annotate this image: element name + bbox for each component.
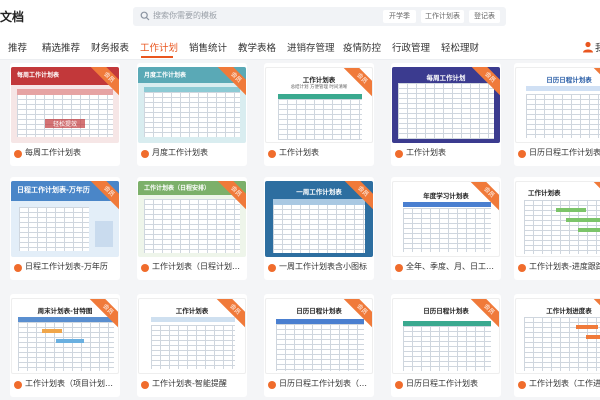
template-card[interactable]: 工作计划表 总结计划 方便管理 时间清晰 会员 工作计划表 xyxy=(264,63,374,166)
template-thumbnail: 工作计划进度表 会员 xyxy=(515,298,600,374)
search-chip[interactable]: 工作计划表 xyxy=(421,10,464,23)
template-type-icon xyxy=(268,150,276,158)
template-thumbnail: 日历日程计划表 会员 xyxy=(392,298,500,374)
template-thumbnail: 每周工作计划 会员 xyxy=(392,67,500,143)
template-thumbnail: 周末计划表-甘特图 会员 xyxy=(11,298,119,374)
template-title[interactable]: 工作计划表 xyxy=(406,147,501,158)
user-icon[interactable] xyxy=(582,41,594,53)
user-label[interactable]: 我 xyxy=(595,40,600,54)
template-card[interactable]: 周末计划表-甘特图 会员 工作计划表（项目计划甘… xyxy=(10,294,120,397)
template-type-icon xyxy=(518,381,526,389)
template-thumbnail: 工作计划表 会员 xyxy=(515,181,600,257)
nav-item[interactable]: 推荐 xyxy=(8,40,27,54)
nav-item[interactable]: 轻松理财 xyxy=(441,40,479,54)
template-title[interactable]: 日历日程工作计划表 xyxy=(529,147,600,158)
template-title[interactable]: 一周工作计划表含小图标 xyxy=(279,261,374,272)
template-card[interactable]: 日程工作计划表-万年历 会员 日程工作计划表-万年历 xyxy=(10,177,120,280)
template-type-icon xyxy=(395,150,403,158)
brand-title[interactable]: 文档 xyxy=(0,8,24,25)
template-title[interactable]: 日历日程工作计划表 xyxy=(406,378,501,389)
template-type-icon xyxy=(395,264,403,272)
template-thumbnail: 工作计划表（日程安排） 会员 xyxy=(138,181,246,257)
template-title[interactable]: 工作计划表-进度跟踪 xyxy=(529,261,600,272)
nav-item[interactable]: 财务报表 xyxy=(91,40,129,54)
nav-item[interactable]: 精选推荐 xyxy=(42,40,80,54)
active-tab-indicator xyxy=(141,56,173,58)
template-type-icon xyxy=(14,381,22,389)
template-type-icon xyxy=(268,381,276,389)
template-type-icon xyxy=(395,381,403,389)
nav-item[interactable]: 疫情防控 xyxy=(343,40,381,54)
template-type-icon xyxy=(141,264,149,272)
template-card[interactable]: 工作计划表 会员 工作计划表-智能提醒 xyxy=(137,294,247,397)
template-thumbnail: 年度学习计划表 会员 xyxy=(392,181,500,257)
template-card[interactable]: 年度学习计划表 会员 全年、季度、月、日工作… xyxy=(391,177,501,280)
search-chip[interactable]: 登记表 xyxy=(469,10,500,23)
template-card[interactable]: 一周工作计划表 会员 一周工作计划表含小图标 xyxy=(264,177,374,280)
template-title[interactable]: 工作计划表（项目计划甘… xyxy=(25,378,120,389)
template-title[interactable]: 日程工作计划表-万年历 xyxy=(25,261,120,272)
template-card[interactable]: 工作计划表 会员 工作计划表-进度跟踪 xyxy=(514,177,600,280)
search-placeholder: 搜索你需要的模板 xyxy=(153,11,217,20)
template-title[interactable]: 工作计划表（日程计划表） xyxy=(152,261,247,272)
template-thumbnail: 日程工作计划表-万年历 会员 xyxy=(11,181,119,257)
template-thumbnail: 日历日程计划表 会员 xyxy=(265,298,373,374)
template-card[interactable]: 工作计划表（日程安排） 会员 工作计划表（日程计划表） xyxy=(137,177,247,280)
template-type-icon xyxy=(268,264,276,272)
template-title[interactable]: 工作计划表-智能提醒 xyxy=(152,378,247,389)
template-type-icon xyxy=(141,150,149,158)
template-card[interactable]: 每周工作计划表 轻松提效 会员 每周工作计划表 xyxy=(10,63,120,166)
template-title[interactable]: 工作计划表 xyxy=(279,147,374,158)
template-thumbnail: 工作计划表 会员 xyxy=(138,298,246,374)
nav-item[interactable]: 教学表格 xyxy=(238,40,276,54)
template-thumbnail: 日历日程计划表 会员 xyxy=(515,67,600,143)
search-bar[interactable]: 搜索你需要的模板 开学季 工作计划表 登记表 xyxy=(133,7,506,26)
template-card[interactable]: 日历日程计划表 会员 日历日程工作计划表（全… xyxy=(264,294,374,397)
search-icon xyxy=(140,11,150,21)
template-card[interactable]: 每周工作计划 会员 工作计划表 xyxy=(391,63,501,166)
template-card[interactable]: 月度工作计划表 会员 月度工作计划表 xyxy=(137,63,247,166)
nav-item[interactable]: 行政管理 xyxy=(392,40,430,54)
template-type-icon xyxy=(14,150,22,158)
template-grid: 每周工作计划表 轻松提效 会员 每周工作计划表 月度工作计划表 会员 月度工作计… xyxy=(0,60,600,400)
template-title[interactable]: 月度工作计划表 xyxy=(152,147,247,158)
nav-item[interactable]: 销售统计 xyxy=(189,40,227,54)
template-title[interactable]: 每周工作计划表 xyxy=(25,147,120,158)
template-title[interactable]: 全年、季度、月、日工作… xyxy=(406,261,501,272)
category-nav: 推荐 精选推荐 财务报表 工作计划 销售统计 教学表格 进销存管理 疫情防控 行… xyxy=(0,32,600,60)
nav-item-active[interactable]: 工作计划 xyxy=(140,40,178,54)
template-type-icon xyxy=(518,264,526,272)
template-card[interactable]: 日历日程计划表 会员 日历日程工作计划表 xyxy=(514,63,600,166)
template-thumbnail: 工作计划表 总结计划 方便管理 时间清晰 会员 xyxy=(265,67,373,143)
template-title[interactable]: 日历日程工作计划表（全… xyxy=(279,378,374,389)
template-title[interactable]: 工作计划表（工作进度… xyxy=(529,378,600,389)
template-type-icon xyxy=(518,150,526,158)
template-thumbnail: 月度工作计划表 会员 xyxy=(138,67,246,143)
template-type-icon xyxy=(14,264,22,272)
search-chip[interactable]: 开学季 xyxy=(383,10,416,23)
template-thumbnail: 每周工作计划表 轻松提效 会员 xyxy=(11,67,119,143)
template-card[interactable]: 日历日程计划表 会员 日历日程工作计划表 xyxy=(391,294,501,397)
nav-item[interactable]: 进销存管理 xyxy=(287,40,335,54)
template-card[interactable]: 工作计划进度表 会员 工作计划表（工作进度… xyxy=(514,294,600,397)
template-thumbnail: 一周工作计划表 会员 xyxy=(265,181,373,257)
top-header: 文档 搜索你需要的模板 开学季 工作计划表 登记表 xyxy=(0,0,600,32)
template-type-icon xyxy=(141,381,149,389)
